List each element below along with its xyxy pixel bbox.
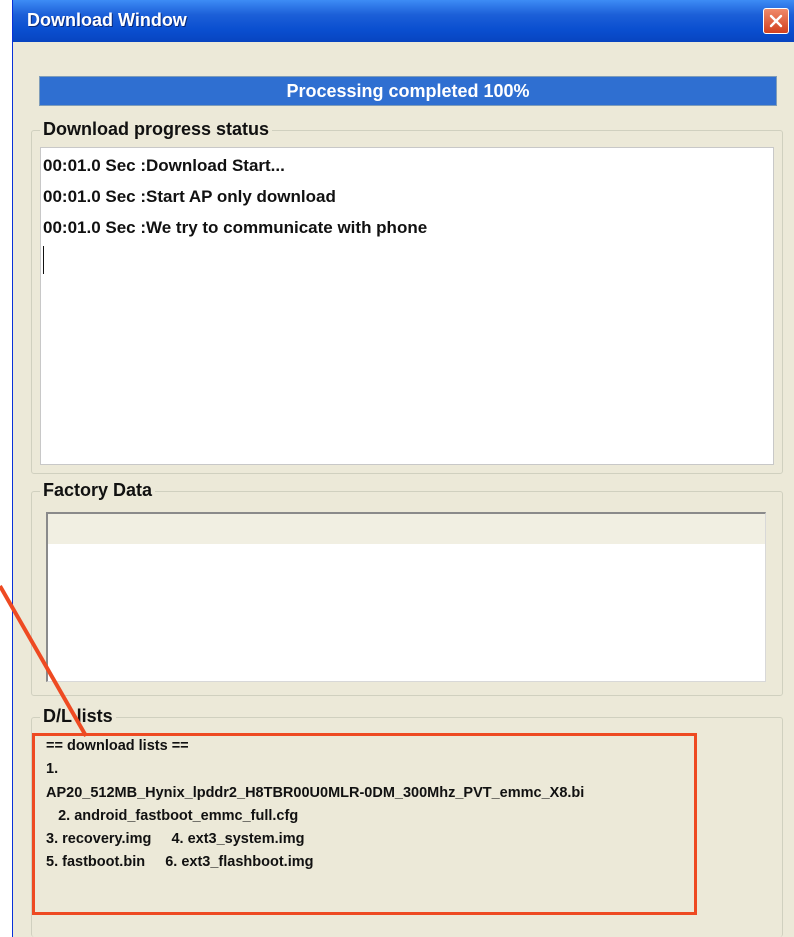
close-icon	[769, 14, 783, 28]
progress-text: Processing completed 100%	[286, 80, 530, 101]
text-caret	[43, 246, 44, 274]
annotation-highlight-box	[32, 733, 697, 915]
factory-data-list[interactable]	[46, 512, 766, 682]
progress-bar: Processing completed 100%	[39, 76, 777, 106]
download-progress-status-group: Download progress status 00:01.0 Sec :Do…	[31, 119, 783, 474]
group-label-factory: Factory Data	[40, 480, 156, 501]
title-bar[interactable]: Download Window	[13, 0, 794, 42]
status-line: 00:01.0 Sec :We try to communicate with …	[43, 218, 428, 237]
status-line: 00:01.0 Sec :Download Start...	[43, 156, 285, 175]
group-label-status: Download progress status	[40, 119, 273, 140]
factory-data-header	[48, 514, 765, 544]
status-log-textarea[interactable]: 00:01.0 Sec :Download Start... 00:01.0 S…	[40, 147, 774, 465]
status-line: 00:01.0 Sec :Start AP only download	[43, 187, 336, 206]
window-title: Download Window	[27, 10, 187, 30]
close-button[interactable]	[763, 8, 789, 34]
factory-data-group: Factory Data	[31, 480, 783, 696]
group-label-dl: D/L lists	[40, 706, 116, 727]
